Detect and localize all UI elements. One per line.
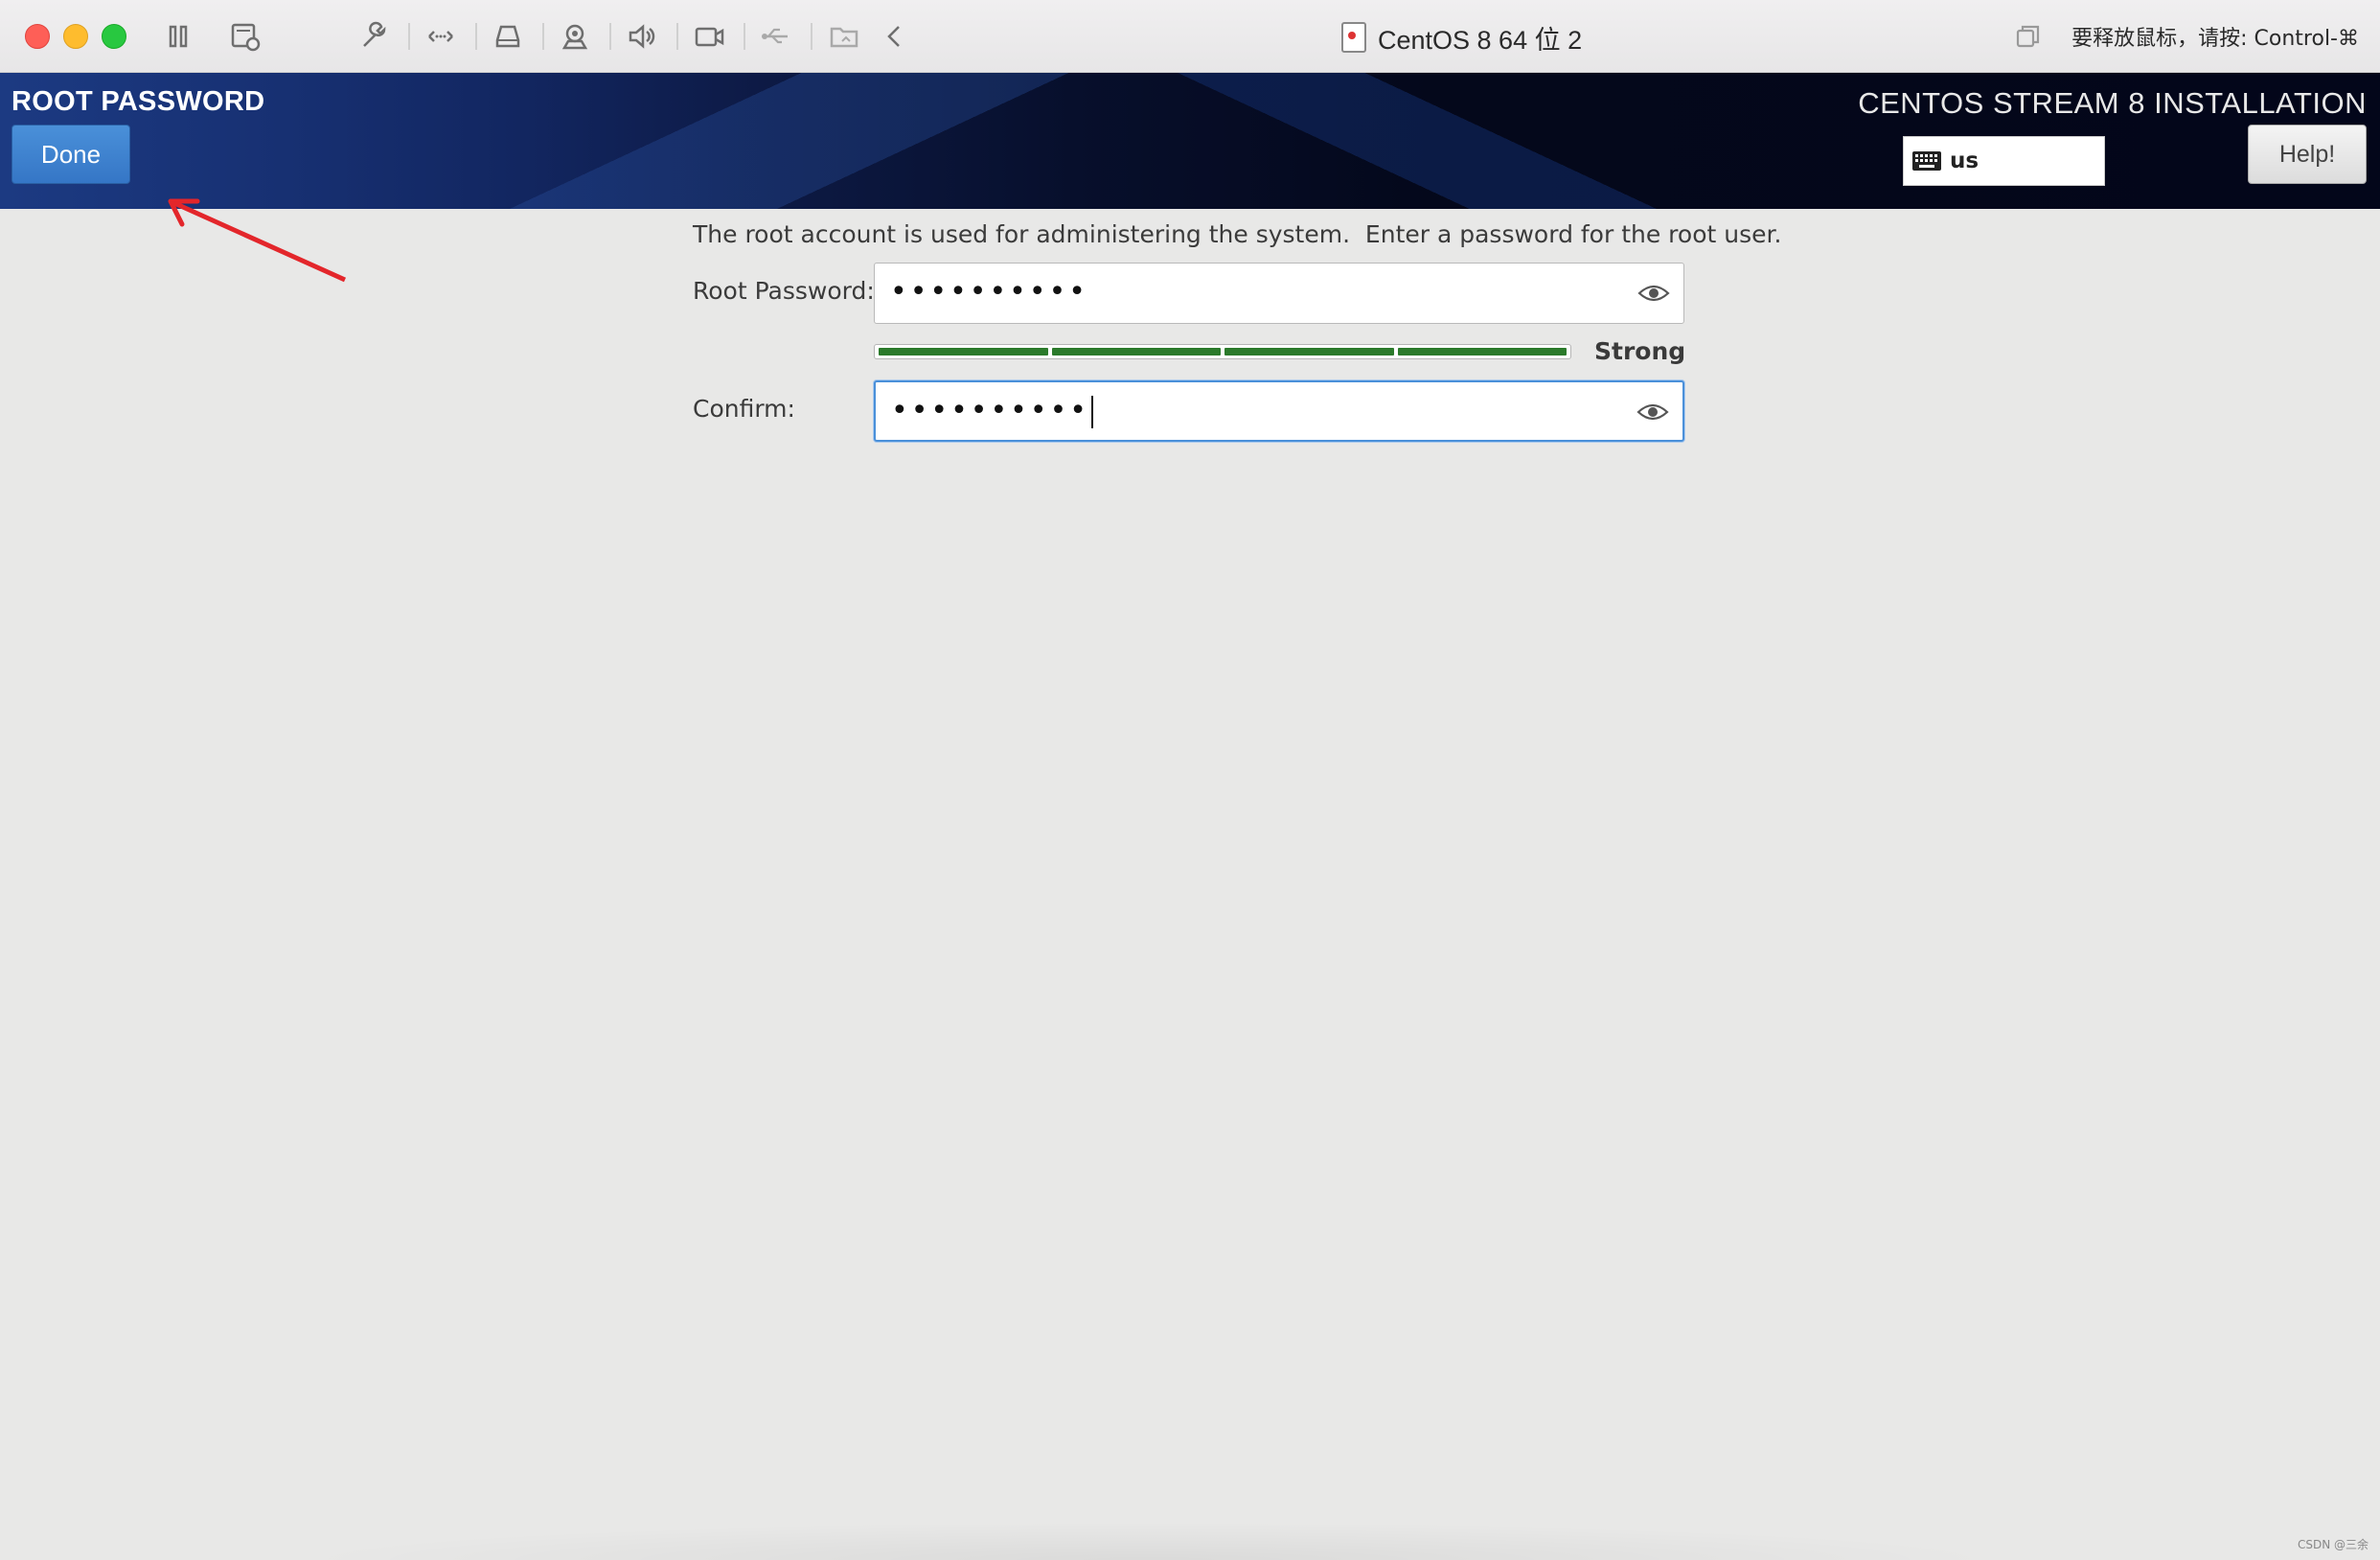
keyboard-icon bbox=[1912, 151, 1941, 171]
sound-icon[interactable] bbox=[623, 17, 661, 56]
minimize-window-button[interactable] bbox=[63, 24, 88, 49]
root-password-label: Root Password: bbox=[693, 277, 875, 305]
keyboard-layout-indicator[interactable]: us bbox=[1903, 136, 2105, 186]
intro-text: The root account is used for administeri… bbox=[693, 220, 1782, 248]
video-icon[interactable] bbox=[690, 17, 728, 56]
text-caret bbox=[1090, 395, 1093, 428]
window-title-text: CentOS 8 64 位 2 bbox=[1378, 25, 1583, 55]
strength-segment bbox=[879, 348, 1048, 356]
pause-icon[interactable] bbox=[159, 17, 197, 56]
zoom-window-button[interactable] bbox=[102, 24, 126, 49]
usb-icon[interactable] bbox=[757, 17, 795, 56]
camera-icon[interactable] bbox=[556, 17, 594, 56]
copy-icon[interactable] bbox=[2012, 21, 2045, 54]
keyboard-layout-label: us bbox=[1950, 149, 1980, 173]
installer-header: ROOT PASSWORD Done CENTOS STREAM 8 INSTA… bbox=[0, 73, 2380, 209]
product-title: CENTOS STREAM 8 INSTALLATION bbox=[1858, 86, 2367, 120]
root-password-field[interactable]: •••••••••• bbox=[874, 263, 1684, 324]
spoke-title: ROOT PASSWORD bbox=[11, 86, 265, 117]
done-button[interactable]: Done bbox=[11, 125, 130, 184]
strength-segment bbox=[1051, 348, 1221, 356]
confirm-label: Confirm: bbox=[693, 395, 795, 423]
shared-folder-icon[interactable] bbox=[826, 17, 864, 56]
mouse-release-hint: 要释放鼠标，请按: Control-⌘ bbox=[2071, 27, 2359, 51]
strength-segment bbox=[1224, 348, 1394, 356]
confirm-password-field[interactable]: •••••••••• bbox=[874, 380, 1684, 442]
bottom-shadow bbox=[287, 1522, 2012, 1560]
close-window-button[interactable] bbox=[25, 24, 50, 49]
hard-disk-icon[interactable] bbox=[489, 17, 527, 56]
watermark: CSDN @三余 bbox=[2297, 1538, 2369, 1551]
document-icon bbox=[1341, 22, 1366, 53]
annotation-arrow-icon bbox=[168, 198, 347, 283]
chevron-left-icon[interactable] bbox=[876, 17, 914, 56]
host-titlebar: CentOS 8 64 位 2 要释放鼠标，请按: Control-⌘ bbox=[0, 0, 2380, 73]
help-button[interactable]: Help! bbox=[2248, 125, 2367, 184]
strength-segment bbox=[1397, 348, 1567, 356]
confirm-password-value: •••••••••• bbox=[891, 394, 1093, 428]
window-title: CentOS 8 64 位 2 bbox=[1341, 19, 1582, 56]
show-confirm-eye-icon[interactable] bbox=[1636, 401, 1669, 424]
show-password-eye-icon[interactable] bbox=[1637, 282, 1670, 305]
wrench-icon[interactable] bbox=[355, 17, 393, 56]
root-password-value: •••••••••• bbox=[890, 275, 1088, 309]
snapshot-icon[interactable] bbox=[226, 17, 264, 56]
network-icon[interactable] bbox=[422, 17, 460, 56]
password-strength-bar bbox=[874, 344, 1571, 359]
password-strength-label: Strong bbox=[1594, 337, 1686, 365]
